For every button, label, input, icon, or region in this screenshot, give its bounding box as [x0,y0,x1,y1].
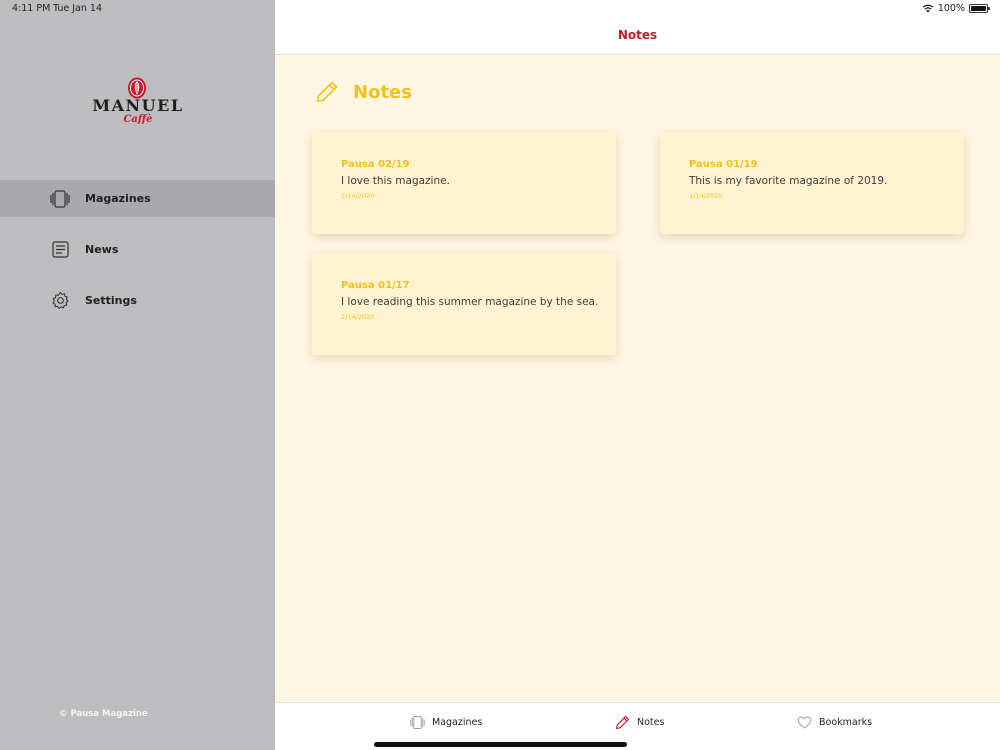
heart-icon [797,716,812,729]
tab-bar: Magazines Notes Bookmarks [275,702,1000,750]
tab-label: Notes [637,717,665,728]
magazines-icon [410,716,425,729]
main-content: Notes Notes Pausa 02/19 I love this maga… [275,0,1000,750]
battery-percent: 100% [937,3,965,14]
manuel-caffe-logo: MANUEL Caffè [92,76,184,130]
gear-icon [50,291,70,311]
magazines-icon [50,189,70,209]
tab-label: Bookmarks [819,717,873,728]
sidebar-item-label: Magazines [85,192,151,205]
news-icon [50,240,70,260]
note-title: Pausa 01/17 [341,280,410,291]
wifi-icon [922,4,934,13]
note-text: This is my favorite magazine of 2019. [689,175,888,187]
sidebar-item-news[interactable]: News [0,231,275,268]
tab-magazines[interactable]: Magazines [410,715,482,730]
tab-notes[interactable]: Notes [615,715,664,730]
sidebar-item-label: Settings [85,294,137,307]
sidebar: MANUEL Caffè Magazines News Settings © P… [0,0,275,750]
note-date: 1/14/2020 [341,192,375,200]
page-title: Notes [353,81,412,103]
status-indicators: 100% [922,3,990,14]
tab-label: Magazines [432,717,483,728]
copyright-text: © Pausa Magazine [59,709,148,719]
note-date: 1/14/2020 [341,313,375,321]
battery-icon [969,4,990,13]
pencil-icon [616,716,629,729]
sidebar-item-magazines[interactable]: Magazines [0,180,275,217]
note-date: 1/14/2020 [689,192,723,200]
note-text: I love this magazine. [341,175,450,187]
home-indicator[interactable] [374,742,627,747]
logo-subtitle: Caffè [123,114,153,125]
sidebar-nav: Magazines News Settings [0,180,275,333]
sidebar-item-label: News [85,243,119,256]
nav-title: Notes [617,28,658,42]
pencil-icon [316,81,338,103]
note-card[interactable]: Pausa 01/19 This is my favorite magazine… [660,132,964,234]
note-card[interactable]: Pausa 02/19 I love this magazine. 1/14/2… [312,132,616,234]
note-text: I love reading this summer magazine by t… [341,296,599,308]
note-title: Pausa 02/19 [341,159,410,170]
status-time: 4:11 PM [12,3,51,14]
note-title: Pausa 01/19 [689,159,758,170]
logo-wordmark: MANUEL [92,96,184,115]
sidebar-item-settings[interactable]: Settings [0,282,275,319]
status-date: Tue Jan 14 [53,3,102,14]
page-header: Notes [315,80,412,104]
note-card[interactable]: Pausa 01/17 I love reading this summer m… [312,253,616,355]
tab-bookmarks[interactable]: Bookmarks [797,715,872,730]
status-bar: 4:11 PM Tue Jan 14 100% [0,0,1000,18]
